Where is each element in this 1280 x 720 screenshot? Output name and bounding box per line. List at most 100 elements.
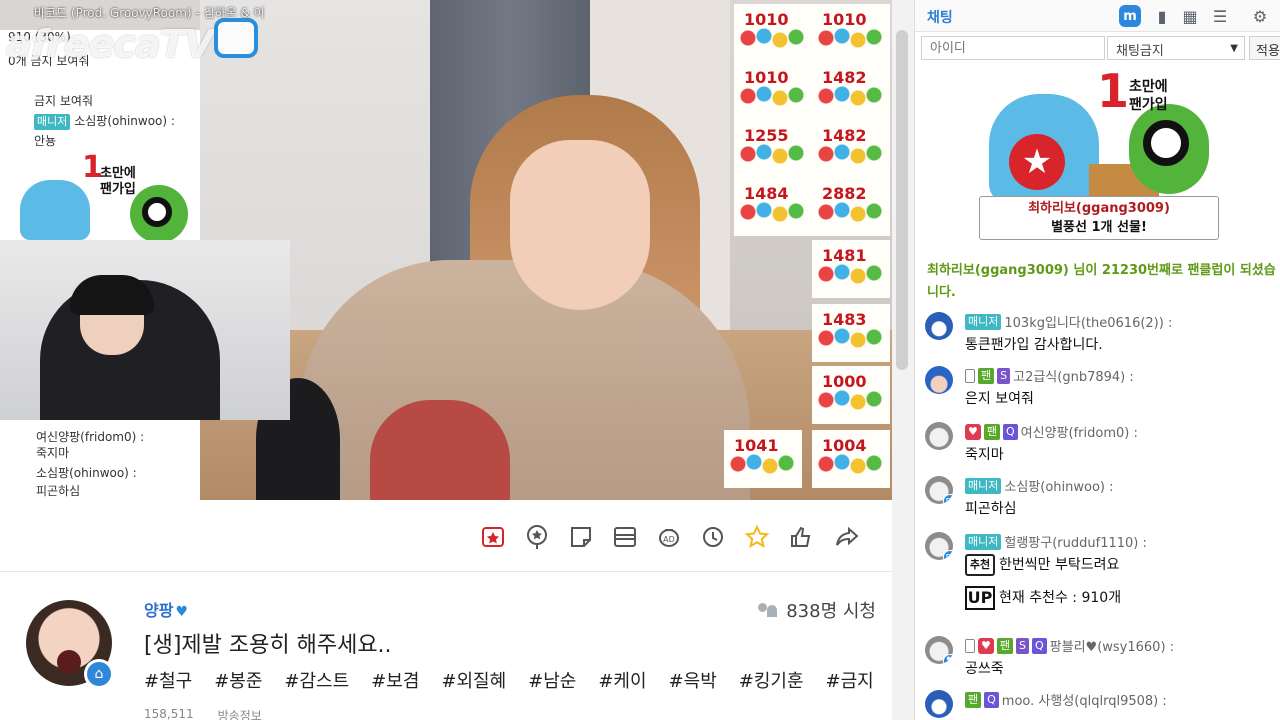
user-avatar[interactable]: m [925, 532, 953, 560]
viewers-icon [758, 603, 778, 617]
balloon-sticker-grid: 1010 1010 1010 1482 1255 1482 1484 2882 … [724, 0, 892, 500]
user-avatar[interactable] [925, 366, 953, 394]
subscriber-badge: S [997, 367, 1011, 384]
favorite-star-icon[interactable] [742, 522, 772, 552]
streamer-body [300, 260, 750, 500]
user-avatar[interactable] [925, 422, 953, 450]
afreecatv-logo-icon [214, 18, 258, 58]
adballoon-icon[interactable]: AD [654, 522, 684, 552]
hashtag[interactable]: #케이 [598, 667, 646, 693]
chat-message-header: 매니저 103kg입니다(the0616(2)) : [965, 312, 1172, 331]
hashtag[interactable]: #남순 [528, 667, 576, 693]
overlay-chat-line: 죽지마 [36, 446, 70, 460]
fan-badge: 팬 [978, 367, 995, 384]
wifi-live-icon: ⌂ [84, 659, 114, 689]
chat-message-header: ♥ 팬 Q 여신양팡(fridom0) : [965, 422, 1138, 441]
manager-mode-icon[interactable]: m [1119, 5, 1141, 27]
chat-layout-icon[interactable]: ▦ [1179, 5, 1201, 27]
gift-description: 별풍선 1개 선물! [1051, 220, 1147, 235]
chat-message-text: 한번씩만 부탁드려요 [999, 557, 1120, 573]
broadcast-info: ⌂ 양팡 ♥ 838명 시청 [생]제발 조용히 해주세요.. #철구 #봉준 #… [0, 573, 892, 720]
user-avatar[interactable] [925, 690, 953, 718]
overlay-chat-user: 매니저 소심팡(ohinwoo) : [34, 112, 175, 130]
up-recommend-icon[interactable] [786, 522, 816, 552]
balloon-icon [816, 142, 886, 168]
balloon-icon [816, 200, 886, 226]
balloon-sticker: 2882 [812, 178, 890, 236]
balloon-sticker: 1484 [734, 178, 812, 236]
hashtag[interactable]: #철구 [144, 667, 192, 693]
stat-count: 158,511 [144, 707, 194, 720]
balloon-icon [738, 26, 808, 52]
sticker-icon[interactable] [566, 522, 596, 552]
chat-username[interactable]: 고2급식(gnb7894) : [1013, 366, 1134, 385]
balloon-sticker: 1010 [734, 4, 812, 62]
settings-gear-icon[interactable]: ⚙ [1249, 5, 1271, 27]
manager-badge: 매니저 [965, 533, 1002, 550]
apply-button[interactable]: 적용 [1249, 36, 1280, 60]
chat-username[interactable]: 팡블리♥(wsy1660) : [1050, 636, 1174, 655]
overlay-chat-line: 금지 보여줘 [34, 94, 94, 108]
recommend-icon: 추천 [965, 554, 995, 576]
banner-text-line: 초만에 [100, 166, 136, 181]
chat-message-header: 매니저 헐랭팡구(rudduf1110) : [965, 532, 1147, 551]
user-avatar[interactable] [925, 312, 953, 340]
star-icon: ★ [1009, 134, 1065, 190]
gift-sender: 최하리보(ggang3009) [1028, 201, 1170, 216]
chat-message-text: 현재 추천수 : 910개 [999, 590, 1122, 606]
balloon-icon [816, 84, 886, 110]
tag-list: #철구 #봉준 #감스트 #보겸 #외질혜 #남순 #케이 #윽박 #킹기훈 #… [144, 667, 874, 693]
chat-username[interactable]: moo. 사행성(qlqlrql9508) : [1002, 690, 1167, 709]
system-message: 최하리보(ggang3009) 님이 21230번째로 팬클럽이 되셨습니다. [927, 263, 1276, 300]
chat-username[interactable]: 헐랭팡구(rudduf1110) : [1004, 532, 1146, 551]
balloon-sticker: 1482 [812, 62, 890, 120]
chat-username[interactable]: 소심팡(ohinwoo) : [1004, 476, 1113, 495]
mobile-icon [965, 638, 975, 653]
chat-message-header: 팬 S 고2급식(gnb7894) : [965, 366, 1134, 385]
chat-log-icon[interactable]: ▮ [1151, 5, 1173, 27]
viewer-count: 838명 시청 [758, 597, 876, 623]
balloon-icon [816, 452, 886, 478]
manager-badge: 매니저 [965, 313, 1002, 330]
user-id-input[interactable] [921, 36, 1105, 60]
hashtag[interactable]: #외질혜 [441, 667, 506, 693]
quickview-icon[interactable] [610, 522, 640, 552]
ban-type-value: 채팅금지 [1116, 44, 1164, 59]
balloon-sticker: 1482 [812, 120, 890, 178]
bj-name-link[interactable]: 양팡 ♥ [144, 597, 188, 621]
hashtag[interactable]: #감스트 [284, 667, 349, 693]
page-scrollbar[interactable] [896, 30, 908, 370]
recommend-line: UP 현재 추천수 : 910개 [965, 586, 1121, 614]
video-player[interactable]: 910 (30%) 0개 금지 보여줘 금지 보여줘 매니저 소심팡(ohinw… [0, 0, 892, 500]
hashtag[interactable]: #봉준 [214, 667, 262, 693]
banner-text-line: 팬가입 [100, 182, 136, 197]
hashtag[interactable]: #윽박 [669, 667, 717, 693]
afreecatv-logo: afreecaTV [6, 22, 214, 66]
bj-name: 양팡 [144, 601, 174, 620]
star-balloon-icon[interactable] [522, 522, 552, 552]
timeshift-icon[interactable] [698, 522, 728, 552]
heart-badge-icon: ♥ [943, 654, 953, 664]
svg-text:AD: AD [663, 535, 675, 544]
balloon-sticker: 1255 [734, 120, 812, 178]
quickview-badge: Q [1003, 423, 1018, 440]
chat-username[interactable]: 여신양팡(fridom0) : [1021, 422, 1138, 441]
hashtag[interactable]: #킹기훈 [739, 667, 804, 693]
user-avatar[interactable]: ♥ [925, 636, 953, 664]
chat-message-text: 통큰팬가입 감사합니다. [965, 337, 1103, 353]
user-avatar[interactable]: m [925, 476, 953, 504]
hashtag[interactable]: #금지 [826, 667, 874, 693]
broadcast-stats: 158,511 방송정보 [144, 707, 262, 720]
subscriber-badge: S [1016, 637, 1029, 654]
hashtag[interactable]: #보겸 [371, 667, 419, 693]
chat-message-text: 피곤하심 [965, 501, 1017, 517]
user-list-icon[interactable]: ☰ [1209, 5, 1231, 27]
fan-badge-icon[interactable] [478, 522, 508, 552]
gift-heading-line: 초만에 [1129, 79, 1168, 95]
balloon-sticker: 1004 [812, 430, 890, 488]
share-icon[interactable] [832, 522, 862, 552]
ban-type-select[interactable]: 채팅금지 ▼ [1107, 36, 1245, 60]
chat-username[interactable]: 103kg입니다(the0616(2)) : [1004, 312, 1172, 331]
balloon-icon [728, 452, 798, 478]
stat-info-link[interactable]: 방송정보 [218, 707, 262, 720]
